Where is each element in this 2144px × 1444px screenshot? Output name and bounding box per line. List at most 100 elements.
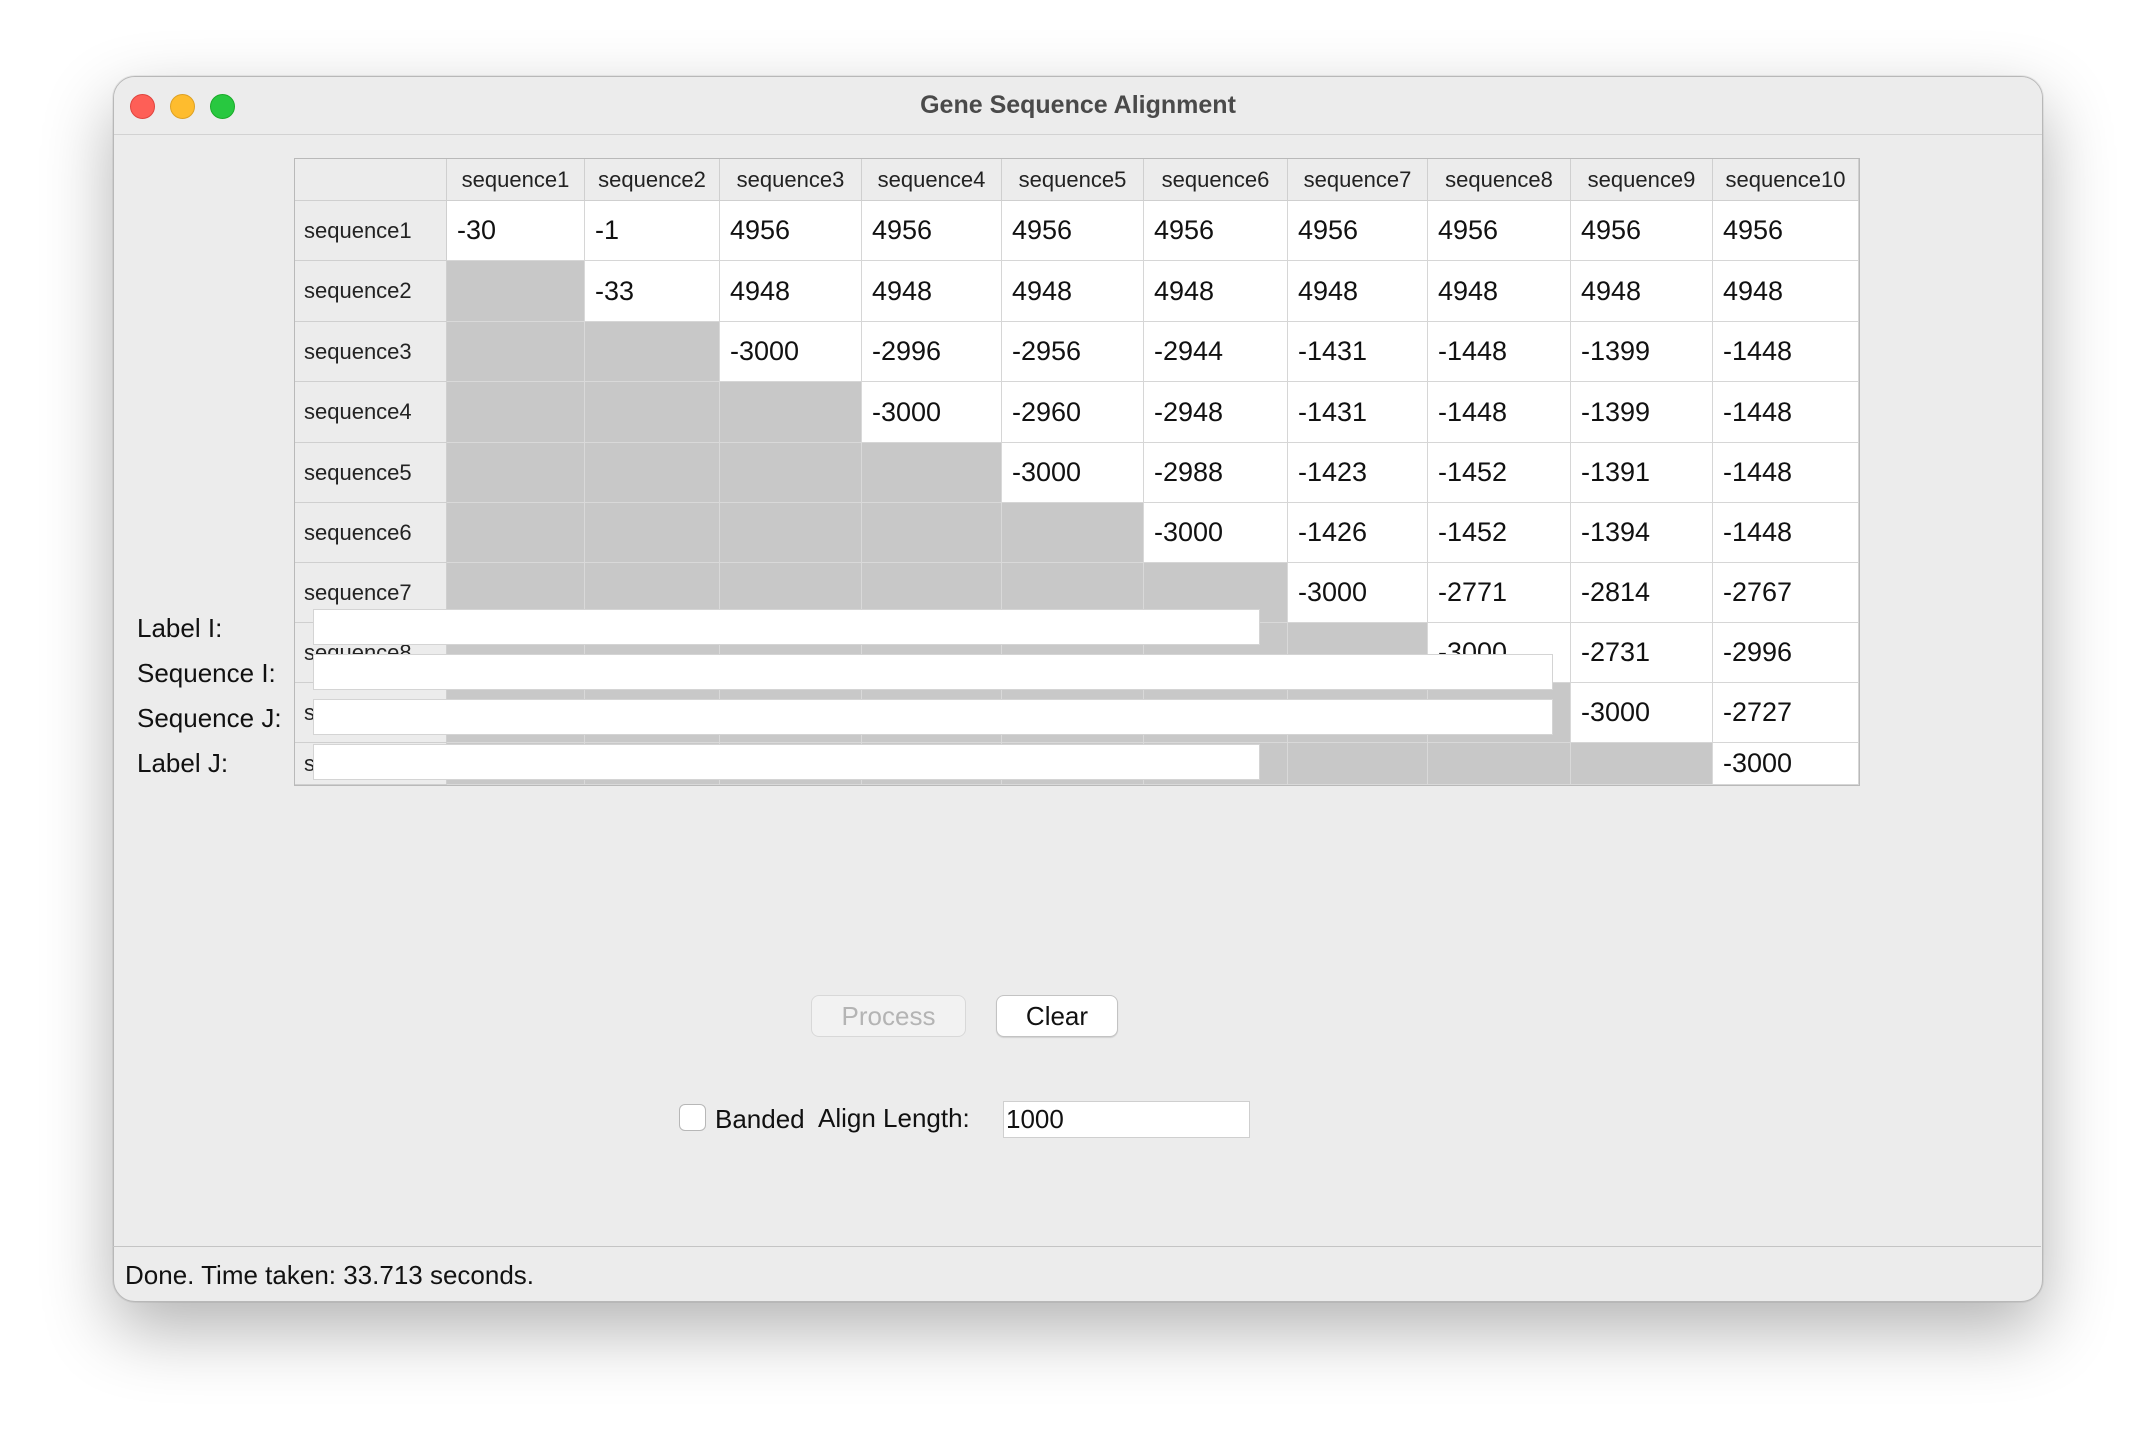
- score-cell[interactable]: 4948: [720, 261, 862, 322]
- empty-cell[interactable]: [1428, 743, 1571, 785]
- score-cell[interactable]: 4956: [1144, 201, 1288, 261]
- row-header: sequence2: [295, 261, 447, 322]
- title-bar: Gene Sequence Alignment: [114, 77, 2042, 135]
- score-cell[interactable]: -3000: [1288, 563, 1428, 623]
- score-cell[interactable]: -3000: [862, 382, 1002, 443]
- row-header: sequence3: [295, 322, 447, 382]
- score-cell[interactable]: 4956: [1571, 201, 1713, 261]
- score-cell[interactable]: 4948: [1571, 261, 1713, 322]
- score-cell[interactable]: -1423: [1288, 443, 1428, 503]
- column-header[interactable]: sequence9: [1571, 159, 1713, 201]
- status-text: Done. Time taken: 33.713 seconds.: [125, 1260, 535, 1290]
- empty-cell[interactable]: [447, 443, 585, 503]
- score-cell[interactable]: -33: [585, 261, 720, 322]
- score-cell[interactable]: 4948: [862, 261, 1002, 322]
- score-cell[interactable]: -2988: [1144, 443, 1288, 503]
- score-cell[interactable]: -1448: [1713, 443, 1859, 503]
- score-cell[interactable]: 4948: [1713, 261, 1859, 322]
- empty-cell[interactable]: [447, 322, 585, 382]
- column-header[interactable]: sequence5: [1002, 159, 1144, 201]
- column-header[interactable]: sequence6: [1144, 159, 1288, 201]
- score-cell[interactable]: -3000: [1713, 743, 1859, 785]
- score-cell[interactable]: 4956: [720, 201, 862, 261]
- score-cell[interactable]: -1: [585, 201, 720, 261]
- empty-cell[interactable]: [585, 382, 720, 443]
- score-cell[interactable]: -1394: [1571, 503, 1713, 563]
- score-cell[interactable]: 4948: [1002, 261, 1144, 322]
- align-length-input[interactable]: 1000: [1003, 1101, 1250, 1138]
- score-cell[interactable]: -2771: [1428, 563, 1571, 623]
- empty-cell[interactable]: [720, 382, 862, 443]
- score-cell[interactable]: -1391: [1571, 443, 1713, 503]
- score-cell[interactable]: -1399: [1571, 382, 1713, 443]
- score-cell[interactable]: 4948: [1288, 261, 1428, 322]
- status-bar-divider: [113, 1246, 2041, 1247]
- empty-cell[interactable]: [862, 503, 1002, 563]
- empty-cell[interactable]: [585, 322, 720, 382]
- score-cell[interactable]: -3000: [720, 322, 862, 382]
- empty-cell[interactable]: [862, 443, 1002, 503]
- column-header[interactable]: sequence7: [1288, 159, 1428, 201]
- banded-checkbox[interactable]: [679, 1104, 706, 1131]
- score-cell[interactable]: 4956: [862, 201, 1002, 261]
- score-cell[interactable]: -2956: [1002, 322, 1144, 382]
- label-j-field[interactable]: [313, 744, 1260, 780]
- score-cell[interactable]: -3000: [1144, 503, 1288, 563]
- score-cell[interactable]: 4956: [1002, 201, 1144, 261]
- label-i-field[interactable]: [313, 609, 1260, 645]
- empty-cell[interactable]: [1288, 743, 1428, 785]
- score-cell[interactable]: -2944: [1144, 322, 1288, 382]
- score-cell[interactable]: -2948: [1144, 382, 1288, 443]
- empty-cell[interactable]: [585, 443, 720, 503]
- empty-cell[interactable]: [720, 443, 862, 503]
- sequence-j-field[interactable]: [313, 699, 1553, 735]
- score-cell[interactable]: -3000: [1571, 683, 1713, 743]
- score-cell[interactable]: -1452: [1428, 503, 1571, 563]
- score-cell[interactable]: -30: [447, 201, 585, 261]
- score-cell[interactable]: -2814: [1571, 563, 1713, 623]
- column-header[interactable]: sequence3: [720, 159, 862, 201]
- score-cell[interactable]: 4956: [1428, 201, 1571, 261]
- alignment-score-table: sequence1 sequence2 sequence3 sequence4 sequ…: [294, 158, 1860, 786]
- score-cell[interactable]: -1448: [1713, 382, 1859, 443]
- score-cell[interactable]: -1448: [1713, 503, 1859, 563]
- score-cell[interactable]: -1448: [1713, 322, 1859, 382]
- score-cell[interactable]: -2996: [862, 322, 1002, 382]
- score-cell[interactable]: 4956: [1713, 201, 1859, 261]
- score-cell[interactable]: 4948: [1144, 261, 1288, 322]
- empty-cell[interactable]: [447, 503, 585, 563]
- score-cell[interactable]: -2727: [1713, 683, 1859, 743]
- process-button[interactable]: Process: [811, 995, 966, 1037]
- empty-cell[interactable]: [585, 503, 720, 563]
- sequence-i-field[interactable]: [313, 654, 1553, 690]
- column-header[interactable]: sequence8: [1428, 159, 1571, 201]
- score-cell[interactable]: -1452: [1428, 443, 1571, 503]
- score-cell[interactable]: -1426: [1288, 503, 1428, 563]
- score-cell[interactable]: -2960: [1002, 382, 1144, 443]
- score-cell[interactable]: -2731: [1571, 623, 1713, 683]
- score-cell[interactable]: -3000: [1002, 443, 1144, 503]
- score-cell[interactable]: -1399: [1571, 322, 1713, 382]
- label-j-label: Label J:: [137, 748, 229, 778]
- align-length-label: Align Length:: [818, 1103, 970, 1133]
- empty-cell[interactable]: [447, 382, 585, 443]
- empty-cell[interactable]: [1571, 743, 1713, 785]
- empty-cell[interactable]: [720, 503, 862, 563]
- empty-cell[interactable]: [1002, 503, 1144, 563]
- score-cell[interactable]: 4956: [1288, 201, 1428, 261]
- table-corner-header: [295, 159, 447, 201]
- column-header[interactable]: sequence2: [585, 159, 720, 201]
- score-cell[interactable]: -1448: [1428, 322, 1571, 382]
- score-cell[interactable]: -2996: [1713, 623, 1859, 683]
- clear-button[interactable]: Clear: [996, 995, 1118, 1037]
- empty-cell[interactable]: [447, 261, 585, 322]
- column-header[interactable]: sequence4: [862, 159, 1002, 201]
- score-cell[interactable]: 4948: [1428, 261, 1571, 322]
- banded-label: Banded: [715, 1104, 805, 1134]
- column-header[interactable]: sequence10: [1713, 159, 1859, 201]
- score-cell[interactable]: -1431: [1288, 322, 1428, 382]
- column-header[interactable]: sequence1: [447, 159, 585, 201]
- score-cell[interactable]: -1431: [1288, 382, 1428, 443]
- score-cell[interactable]: -2767: [1713, 563, 1859, 623]
- score-cell[interactable]: -1448: [1428, 382, 1571, 443]
